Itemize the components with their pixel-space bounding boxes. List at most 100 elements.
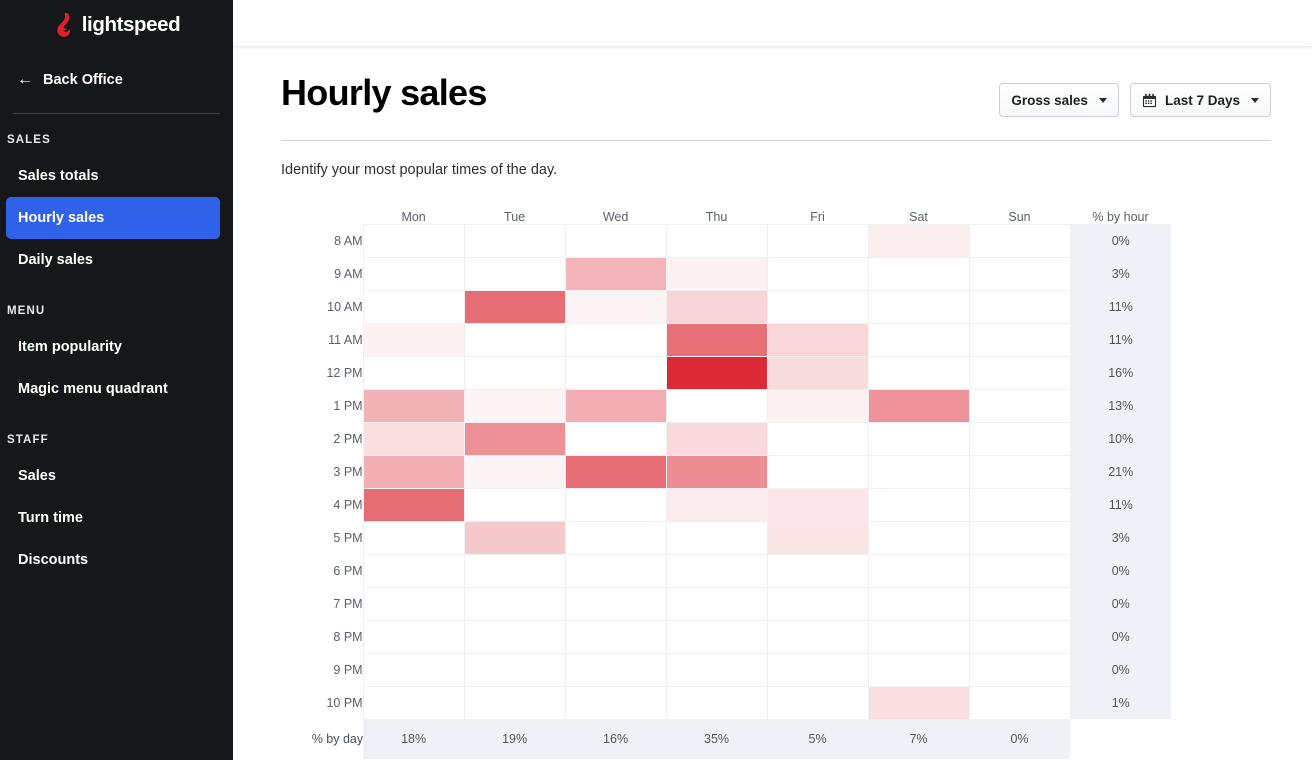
heatmap-cell[interactable] — [665, 586, 768, 621]
heatmap-cell[interactable] — [867, 322, 970, 357]
heatmap-cell[interactable] — [665, 223, 768, 258]
heatmap-cell[interactable] — [463, 388, 566, 423]
heatmap-cell[interactable] — [463, 421, 566, 456]
heatmap-cell[interactable] — [463, 586, 566, 621]
heatmap-cell[interactable] — [665, 256, 768, 291]
heatmap-cell[interactable] — [463, 322, 566, 357]
heatmap-cell[interactable] — [665, 553, 768, 588]
heatmap-cell[interactable] — [867, 454, 970, 489]
heatmap-cell[interactable] — [564, 619, 667, 654]
back-office-link[interactable]: ← Back Office — [0, 63, 233, 97]
heatmap-cell[interactable] — [362, 553, 465, 588]
heatmap-cell[interactable] — [362, 652, 465, 687]
heatmap-cell[interactable] — [362, 619, 465, 654]
heatmap-cell[interactable] — [362, 421, 465, 456]
heatmap-cell[interactable] — [766, 355, 869, 390]
sidebar-item-magic-menu-quadrant[interactable]: Magic menu quadrant — [6, 368, 220, 410]
sidebar-item-discounts[interactable]: Discounts — [6, 539, 220, 581]
heatmap-cell[interactable] — [968, 322, 1071, 357]
heatmap-cell[interactable] — [564, 322, 667, 357]
heatmap-cell[interactable] — [665, 388, 768, 423]
heatmap-cell[interactable] — [968, 256, 1071, 291]
heatmap-cell[interactable] — [968, 520, 1071, 555]
heatmap-cell[interactable] — [463, 223, 566, 258]
heatmap-cell[interactable] — [766, 652, 869, 687]
heatmap-cell[interactable] — [867, 355, 970, 390]
heatmap-cell[interactable] — [867, 586, 970, 621]
heatmap-cell[interactable] — [362, 289, 465, 324]
heatmap-cell[interactable] — [968, 487, 1071, 522]
heatmap-cell[interactable] — [766, 487, 869, 522]
heatmap-cell[interactable] — [362, 454, 465, 489]
heatmap-cell[interactable] — [564, 421, 667, 456]
heatmap-cell[interactable] — [968, 355, 1071, 390]
heatmap-cell[interactable] — [665, 487, 768, 522]
heatmap-cell[interactable] — [665, 355, 768, 390]
heatmap-cell[interactable] — [463, 289, 566, 324]
sidebar-item-staff-sales[interactable]: Sales — [6, 455, 220, 497]
heatmap-cell[interactable] — [665, 520, 768, 555]
heatmap-cell[interactable] — [564, 289, 667, 324]
sidebar-item-sales-totals[interactable]: Sales totals — [6, 155, 220, 197]
heatmap-cell[interactable] — [766, 454, 869, 489]
heatmap-cell[interactable] — [564, 388, 667, 423]
heatmap-cell[interactable] — [463, 256, 566, 291]
heatmap-cell[interactable] — [665, 289, 768, 324]
heatmap-cell[interactable] — [362, 586, 465, 621]
heatmap-cell[interactable] — [564, 520, 667, 555]
heatmap-cell[interactable] — [968, 652, 1071, 687]
heatmap-cell[interactable] — [968, 289, 1071, 324]
heatmap-cell[interactable] — [968, 553, 1071, 588]
heatmap-cell[interactable] — [463, 454, 566, 489]
heatmap-cell[interactable] — [564, 223, 667, 258]
heatmap-cell[interactable] — [362, 322, 465, 357]
heatmap-cell[interactable] — [564, 586, 667, 621]
heatmap-cell[interactable] — [766, 289, 869, 324]
date-range-dropdown[interactable]: Last 7 Days — [1129, 83, 1271, 117]
heatmap-cell[interactable] — [665, 421, 768, 456]
heatmap-cell[interactable] — [463, 619, 566, 654]
heatmap-cell[interactable] — [564, 454, 667, 489]
sidebar-item-hourly-sales[interactable]: Hourly sales — [6, 197, 220, 239]
heatmap-cell[interactable] — [766, 586, 869, 621]
heatmap-cell[interactable] — [867, 652, 970, 687]
heatmap-cell[interactable] — [564, 685, 667, 720]
heatmap-cell[interactable] — [564, 652, 667, 687]
heatmap-cell[interactable] — [766, 322, 869, 357]
heatmap-cell[interactable] — [362, 388, 465, 423]
heatmap-cell[interactable] — [766, 619, 869, 654]
heatmap-cell[interactable] — [766, 553, 869, 588]
heatmap-cell[interactable] — [867, 256, 970, 291]
sidebar-item-daily-sales[interactable]: Daily sales — [6, 239, 220, 281]
heatmap-cell[interactable] — [968, 223, 1071, 258]
heatmap-cell[interactable] — [968, 421, 1071, 456]
heatmap-cell[interactable] — [665, 652, 768, 687]
heatmap-cell[interactable] — [665, 619, 768, 654]
heatmap-cell[interactable] — [362, 223, 465, 258]
heatmap-cell[interactable] — [766, 520, 869, 555]
heatmap-cell[interactable] — [564, 256, 667, 291]
heatmap-cell[interactable] — [463, 685, 566, 720]
heatmap-cell[interactable] — [665, 685, 768, 720]
heatmap-cell[interactable] — [968, 388, 1071, 423]
heatmap-cell[interactable] — [463, 355, 566, 390]
metric-dropdown[interactable]: Gross sales — [999, 83, 1119, 117]
heatmap-cell[interactable] — [463, 520, 566, 555]
heatmap-cell[interactable] — [362, 520, 465, 555]
heatmap-cell[interactable] — [564, 553, 667, 588]
heatmap-cell[interactable] — [463, 487, 566, 522]
heatmap-cell[interactable] — [968, 454, 1071, 489]
heatmap-cell[interactable] — [766, 421, 869, 456]
sidebar-item-turn-time[interactable]: Turn time — [6, 497, 220, 539]
heatmap-cell[interactable] — [867, 520, 970, 555]
heatmap-cell[interactable] — [867, 619, 970, 654]
brand-logo[interactable]: lightspeed — [0, 0, 233, 47]
heatmap-cell[interactable] — [867, 388, 970, 423]
heatmap-cell[interactable] — [362, 487, 465, 522]
heatmap-cell[interactable] — [867, 553, 970, 588]
heatmap-cell[interactable] — [362, 355, 465, 390]
heatmap-cell[interactable] — [867, 487, 970, 522]
heatmap-cell[interactable] — [463, 553, 566, 588]
heatmap-cell[interactable] — [766, 685, 869, 720]
heatmap-cell[interactable] — [968, 619, 1071, 654]
